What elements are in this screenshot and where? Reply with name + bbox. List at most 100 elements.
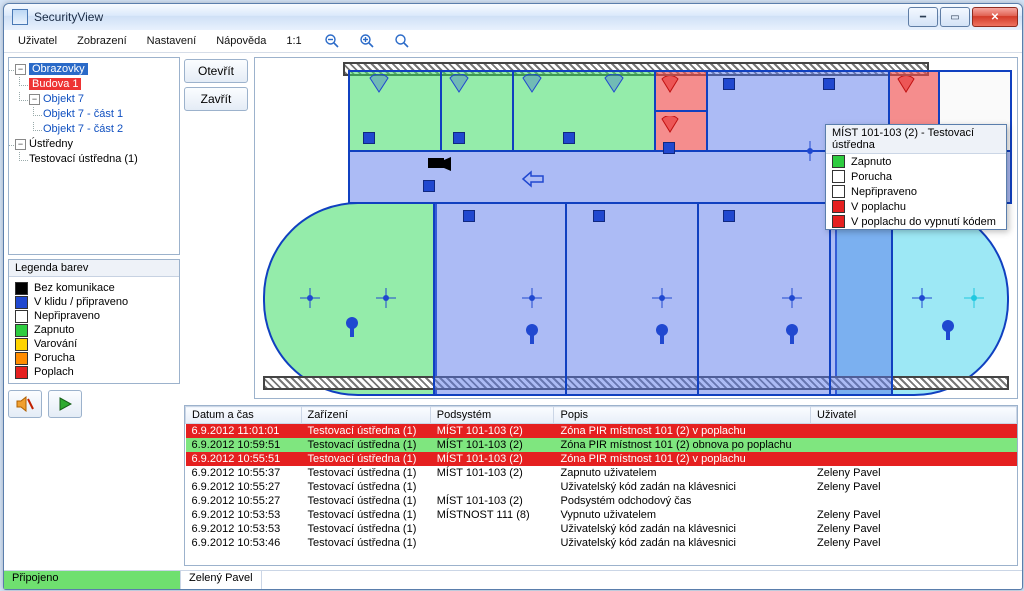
event-row[interactable]: 6.9.2012 10:55:51Testovací ústředna (1)M… [186,452,1017,466]
event-row[interactable]: 6.9.2012 10:55:27Testovací ústředna (1)M… [186,494,1017,508]
menu-help[interactable]: Nápověda [208,33,274,49]
mute-button[interactable] [8,390,42,418]
floorplan-map[interactable]: MÍST 101-103 (2) - Testovací ústředna Za… [254,57,1018,399]
tree-toggle-icon[interactable]: − [15,139,26,150]
close-map-button[interactable]: Zavřít [184,87,248,111]
left-column: −Obrazovky Budova 1 −Objekt 7 Objekt 7 -… [8,57,180,566]
zoom-in-icon[interactable] [351,31,383,51]
pir-alarm-icon[interactable] [896,76,916,94]
legend-swatch [15,296,28,309]
map-buttons: Otevřít Zavřít [184,57,248,399]
person-icon[interactable] [783,324,801,346]
legend-label: Poplach [34,365,74,379]
sensor-icon[interactable] [453,132,465,144]
tooltip-label: Zapnuto [851,156,891,168]
tree-item-budova[interactable]: Budova 1 [29,78,81,90]
camera-icon[interactable] [428,156,452,172]
event-row[interactable]: 6.9.2012 11:01:01Testovací ústředna (1)M… [186,424,1017,439]
pir-icon[interactable] [521,74,543,94]
legend-label: Zapnuto [34,323,74,337]
motion-icon[interactable] [299,287,321,309]
play-button[interactable] [48,390,82,418]
right-column: Otevřít Zavřít [184,57,1018,566]
motion-icon[interactable] [375,287,397,309]
menu-zoom-11[interactable]: 1:1 [278,33,309,49]
tooltip-title: MÍST 101-103 (2) - Testovací ústředna [826,125,1006,154]
event-col[interactable]: Popis [554,407,811,424]
pir-icon[interactable] [368,74,390,94]
keypad-icon[interactable] [521,170,545,188]
tree-item-ustredna[interactable]: Testovací ústředna (1) [29,153,138,165]
event-row[interactable]: 6.9.2012 10:53:53Testovací ústředna (1)U… [186,522,1017,536]
person-icon[interactable] [939,320,957,342]
event-col[interactable]: Uživatel [811,407,1017,424]
tree-toggle-icon[interactable]: − [29,94,40,105]
event-row[interactable]: 6.9.2012 10:55:37Testovací ústředna (1)M… [186,466,1017,480]
pir-alarm-icon[interactable] [660,76,680,94]
sensor-icon[interactable] [423,180,435,192]
sensor-icon[interactable] [723,210,735,222]
status-connection: Připojeno [4,571,181,589]
open-button[interactable]: Otevřít [184,59,248,83]
pir-alarm-icon[interactable] [660,116,680,134]
tree-root-centrals[interactable]: Ústředny [29,138,73,150]
sensor-icon[interactable] [723,78,735,90]
sensor-icon[interactable] [563,132,575,144]
menu-user[interactable]: Uživatel [10,33,65,49]
status-user: Zelený Pavel [181,571,262,589]
tree-item-objekt[interactable]: Objekt 7 [43,93,84,105]
motion-icon[interactable] [651,287,673,309]
menu-settings[interactable]: Nastavení [139,33,205,49]
tooltip-label: Nepřipraveno [851,186,917,198]
sensor-icon[interactable] [463,210,475,222]
legend-swatch [15,352,28,365]
pir-icon[interactable] [448,74,470,94]
maximize-button[interactable]: ▭ [940,7,970,27]
tree-item-cast1[interactable]: Objekt 7 - část 1 [43,108,123,120]
tooltip-label: V poplachu [851,201,906,213]
sensor-icon[interactable] [823,78,835,90]
zoom-out-icon[interactable] [316,31,348,51]
legend-label: Porucha [34,351,75,365]
motion-icon[interactable] [911,287,933,309]
tree-panel[interactable]: −Obrazovky Budova 1 −Objekt 7 Objekt 7 -… [8,57,180,255]
event-row[interactable]: 6.9.2012 10:55:27Testovací ústředna (1)U… [186,480,1017,494]
tooltip-swatch [832,200,845,213]
motion-icon[interactable] [963,287,985,309]
legend-swatch [15,366,28,379]
event-row[interactable]: 6.9.2012 10:53:46Testovací ústředna (1)U… [186,536,1017,550]
close-button[interactable]: ✕ [972,7,1018,27]
person-icon[interactable] [653,324,671,346]
tree-toggle-icon[interactable]: − [15,64,26,75]
pir-icon[interactable] [603,74,625,94]
legend-swatch [15,310,28,323]
zoom-reset-icon[interactable] [386,31,418,51]
motion-icon[interactable] [521,287,543,309]
sensor-icon[interactable] [593,210,605,222]
event-col[interactable]: Zařízení [301,407,430,424]
legend-label: V klidu / připraveno [34,295,128,309]
person-icon[interactable] [523,324,541,346]
content-area: −Obrazovky Budova 1 −Objekt 7 Objekt 7 -… [4,53,1022,570]
app-window: SecurityView ━ ▭ ✕ Uživatel Zobrazení Na… [3,3,1023,590]
event-row[interactable]: 6.9.2012 10:59:51Testovací ústředna (1)M… [186,438,1017,452]
person-icon[interactable] [343,317,361,339]
tree-item-cast2[interactable]: Objekt 7 - část 2 [43,123,123,135]
event-col[interactable]: Podsystém [430,407,554,424]
event-log[interactable]: Datum a časZařízeníPodsystémPopisUživate… [184,405,1018,566]
motion-icon[interactable] [781,287,803,309]
tooltip-swatch [832,185,845,198]
legend-swatch [15,338,28,351]
sensor-icon[interactable] [363,132,375,144]
minimize-button[interactable]: ━ [908,7,938,27]
tooltip-swatch [832,215,845,228]
motion-icon[interactable] [799,140,821,162]
zone-tooltip: MÍST 101-103 (2) - Testovací ústředna Za… [825,124,1007,230]
sensor-icon[interactable] [663,142,675,154]
tree-root-screens[interactable]: Obrazovky [29,63,88,75]
menu-view[interactable]: Zobrazení [69,33,135,49]
event-col[interactable]: Datum a čas [186,407,302,424]
legend-label: Nepřipraveno [34,309,100,323]
event-row[interactable]: 6.9.2012 10:53:53Testovací ústředna (1)M… [186,508,1017,522]
status-bar: Připojeno Zelený Pavel [4,570,1022,589]
